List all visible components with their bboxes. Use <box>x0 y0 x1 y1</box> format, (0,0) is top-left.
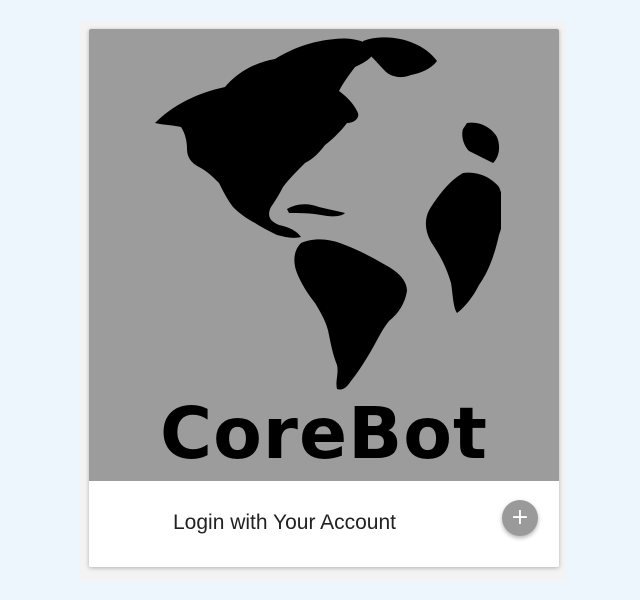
arctic-islands-shape <box>363 37 437 78</box>
card-media: CoreBot <box>89 29 559 481</box>
north-america-shape <box>155 38 375 238</box>
caribbean-islands-shape <box>287 204 345 217</box>
brand-name: CoreBot <box>160 392 488 475</box>
europe-shape <box>462 122 500 163</box>
africa-shape <box>426 172 501 313</box>
south-america-shape <box>294 239 407 390</box>
globe-americas-icon <box>155 37 501 390</box>
plus-icon: + <box>510 505 530 530</box>
card-action-bar: Login with Your Account + <box>89 481 559 567</box>
add-button[interactable]: + <box>502 500 538 536</box>
login-with-account-link[interactable]: Login with Your Account <box>173 511 396 535</box>
login-card: CoreBot Login with Your Account + <box>89 29 559 567</box>
